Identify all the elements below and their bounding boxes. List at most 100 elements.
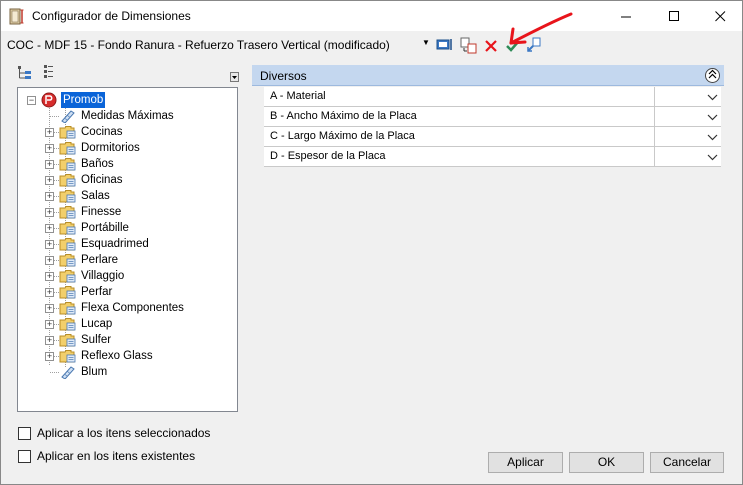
list-view-icon[interactable] [42, 64, 54, 81]
tree-item-label: Finesse [81, 206, 122, 218]
property-row: D - Espesor de la Placa [264, 147, 721, 167]
tree-item[interactable]: + Villaggio [18, 268, 237, 284]
tree-item[interactable]: + Sulfer [18, 332, 237, 348]
tree-item-label: Lucap [81, 318, 113, 330]
close-button[interactable] [697, 1, 743, 31]
expand-toggle-icon[interactable]: + [45, 352, 54, 361]
folder-icon [59, 254, 76, 267]
property-value-dropdown[interactable] [654, 107, 721, 126]
tree-root[interactable]: − Promob [18, 92, 237, 108]
tree-item[interactable]: + Finesse [18, 204, 237, 220]
tree-item[interactable]: + Perfar [18, 284, 237, 300]
expand-toggle-icon[interactable]: + [45, 336, 54, 345]
expand-toggle-icon[interactable]: + [45, 240, 54, 249]
expand-toggle-icon[interactable]: + [45, 128, 54, 137]
chevron-down-icon[interactable]: ▼ [422, 38, 430, 47]
expand-toggle-icon[interactable]: + [45, 304, 54, 313]
expand-toggle-icon[interactable]: + [45, 208, 54, 217]
promob-logo-icon [41, 92, 57, 108]
tree-connector-line [50, 372, 59, 373]
property-row: B - Ancho Máximo de la Placa [264, 107, 721, 127]
section-title: Diversos [260, 69, 307, 83]
property-row: A - Material [264, 87, 721, 107]
property-value-dropdown[interactable] [654, 127, 721, 146]
measure-icon [61, 366, 75, 379]
apply-selected-option[interactable]: Aplicar a los itens seleccionados [18, 425, 210, 441]
chevron-down-icon [707, 134, 718, 141]
chevron-down-icon [707, 114, 718, 121]
minimize-icon [620, 16, 631, 17]
window-title: Configurador de Dimensiones [32, 9, 191, 23]
property-value-dropdown[interactable] [654, 87, 721, 106]
expand-toggle-icon[interactable]: + [45, 256, 54, 265]
property-label: B - Ancho Máximo de la Placa [270, 110, 417, 122]
expand-toggle-icon[interactable]: + [45, 192, 54, 201]
folder-icon [59, 238, 76, 251]
tree-item[interactable]: + Esquadrimed [18, 236, 237, 252]
section-header[interactable]: Diversos [252, 65, 724, 86]
monitor-edit-icon[interactable] [436, 36, 454, 54]
tree-root-label: Promob [61, 92, 106, 108]
tree-item-label: Esquadrimed [81, 238, 149, 250]
tree-item[interactable]: + Cocinas [18, 124, 237, 140]
apply-selected-label: Aplicar a los itens seleccionados [37, 426, 211, 440]
tree-item[interactable]: Medidas Máximas [18, 108, 237, 124]
folder-icon [59, 190, 76, 203]
tree-item-label: Blum [81, 366, 108, 378]
category-tree[interactable]: − Promob Medidas Máximas + Cocinas + Dormito… [17, 87, 238, 412]
expand-toggle-icon[interactable]: + [45, 160, 54, 169]
tree-item[interactable]: Blum [18, 364, 237, 380]
close-icon [714, 10, 725, 21]
tree-item[interactable]: + Oficinas [18, 172, 237, 188]
maximize-icon [668, 10, 679, 21]
minimize-button[interactable] [603, 1, 649, 31]
folder-icon [59, 318, 76, 331]
panel-options-icon[interactable] [230, 72, 239, 82]
app-icon [9, 8, 24, 25]
chevron-up-double-icon [708, 69, 717, 79]
expand-toggle-icon[interactable]: + [45, 272, 54, 281]
apply-existing-checkbox[interactable] [18, 449, 31, 463]
property-label: A - Material [270, 90, 326, 102]
tree-item-label: Portábille [81, 222, 129, 234]
annotation-arrow [509, 12, 573, 45]
expand-toggle-icon[interactable]: + [45, 288, 54, 297]
collapse-section-button[interactable] [705, 68, 720, 83]
apply-existing-option[interactable]: Aplicar en los itens existentes [18, 448, 195, 464]
collapse-toggle-icon[interactable]: − [27, 96, 36, 105]
tree-item[interactable]: + Dormitorios [18, 140, 237, 156]
title-bar: Configurador de Dimensiones [1, 1, 742, 31]
expand-toggle-icon[interactable]: + [45, 176, 54, 185]
tree-item[interactable]: + Lucap [18, 316, 237, 332]
tree-item-label: Salas [81, 190, 110, 202]
tree-item[interactable]: + Salas [18, 188, 237, 204]
apply-button[interactable]: Aplicar [488, 452, 563, 473]
tree-item[interactable]: + Portábille [18, 220, 237, 236]
maximize-button[interactable] [651, 1, 697, 31]
ok-button[interactable]: OK [569, 452, 644, 473]
folder-icon [59, 286, 76, 299]
tree-item[interactable]: + Perlare [18, 252, 237, 268]
tree-item-label: Oficinas [81, 174, 123, 186]
copy-config-icon[interactable] [460, 36, 478, 54]
expand-toggle-icon[interactable]: + [45, 224, 54, 233]
tree-item-label: Perfar [81, 286, 113, 298]
tree-item[interactable]: + Baños [18, 156, 237, 172]
cancel-button[interactable]: Cancelar [650, 452, 724, 473]
configuration-selector[interactable]: COC - MDF 15 - Fondo Ranura - Refuerzo T… [7, 38, 390, 52]
dialog-window: Configurador de Dimensiones COC - MDF 15… [0, 0, 743, 485]
tree-item[interactable]: + Reflexo Glass [18, 348, 237, 364]
tree-view-icon[interactable] [17, 65, 33, 81]
tree-connector-line [50, 116, 59, 117]
folder-icon [59, 174, 76, 187]
tree-item-label: Baños [81, 158, 114, 170]
expand-toggle-icon[interactable]: + [45, 144, 54, 153]
tree-item[interactable]: + Flexa Componentes [18, 300, 237, 316]
tree-item-label: Medidas Máximas [81, 110, 174, 122]
apply-existing-label: Aplicar en los itens existentes [37, 449, 196, 463]
apply-selected-checkbox[interactable] [18, 426, 31, 440]
folder-icon [59, 350, 76, 363]
property-value-dropdown[interactable] [654, 147, 721, 166]
expand-toggle-icon[interactable]: + [45, 320, 54, 329]
folder-icon [59, 126, 76, 139]
